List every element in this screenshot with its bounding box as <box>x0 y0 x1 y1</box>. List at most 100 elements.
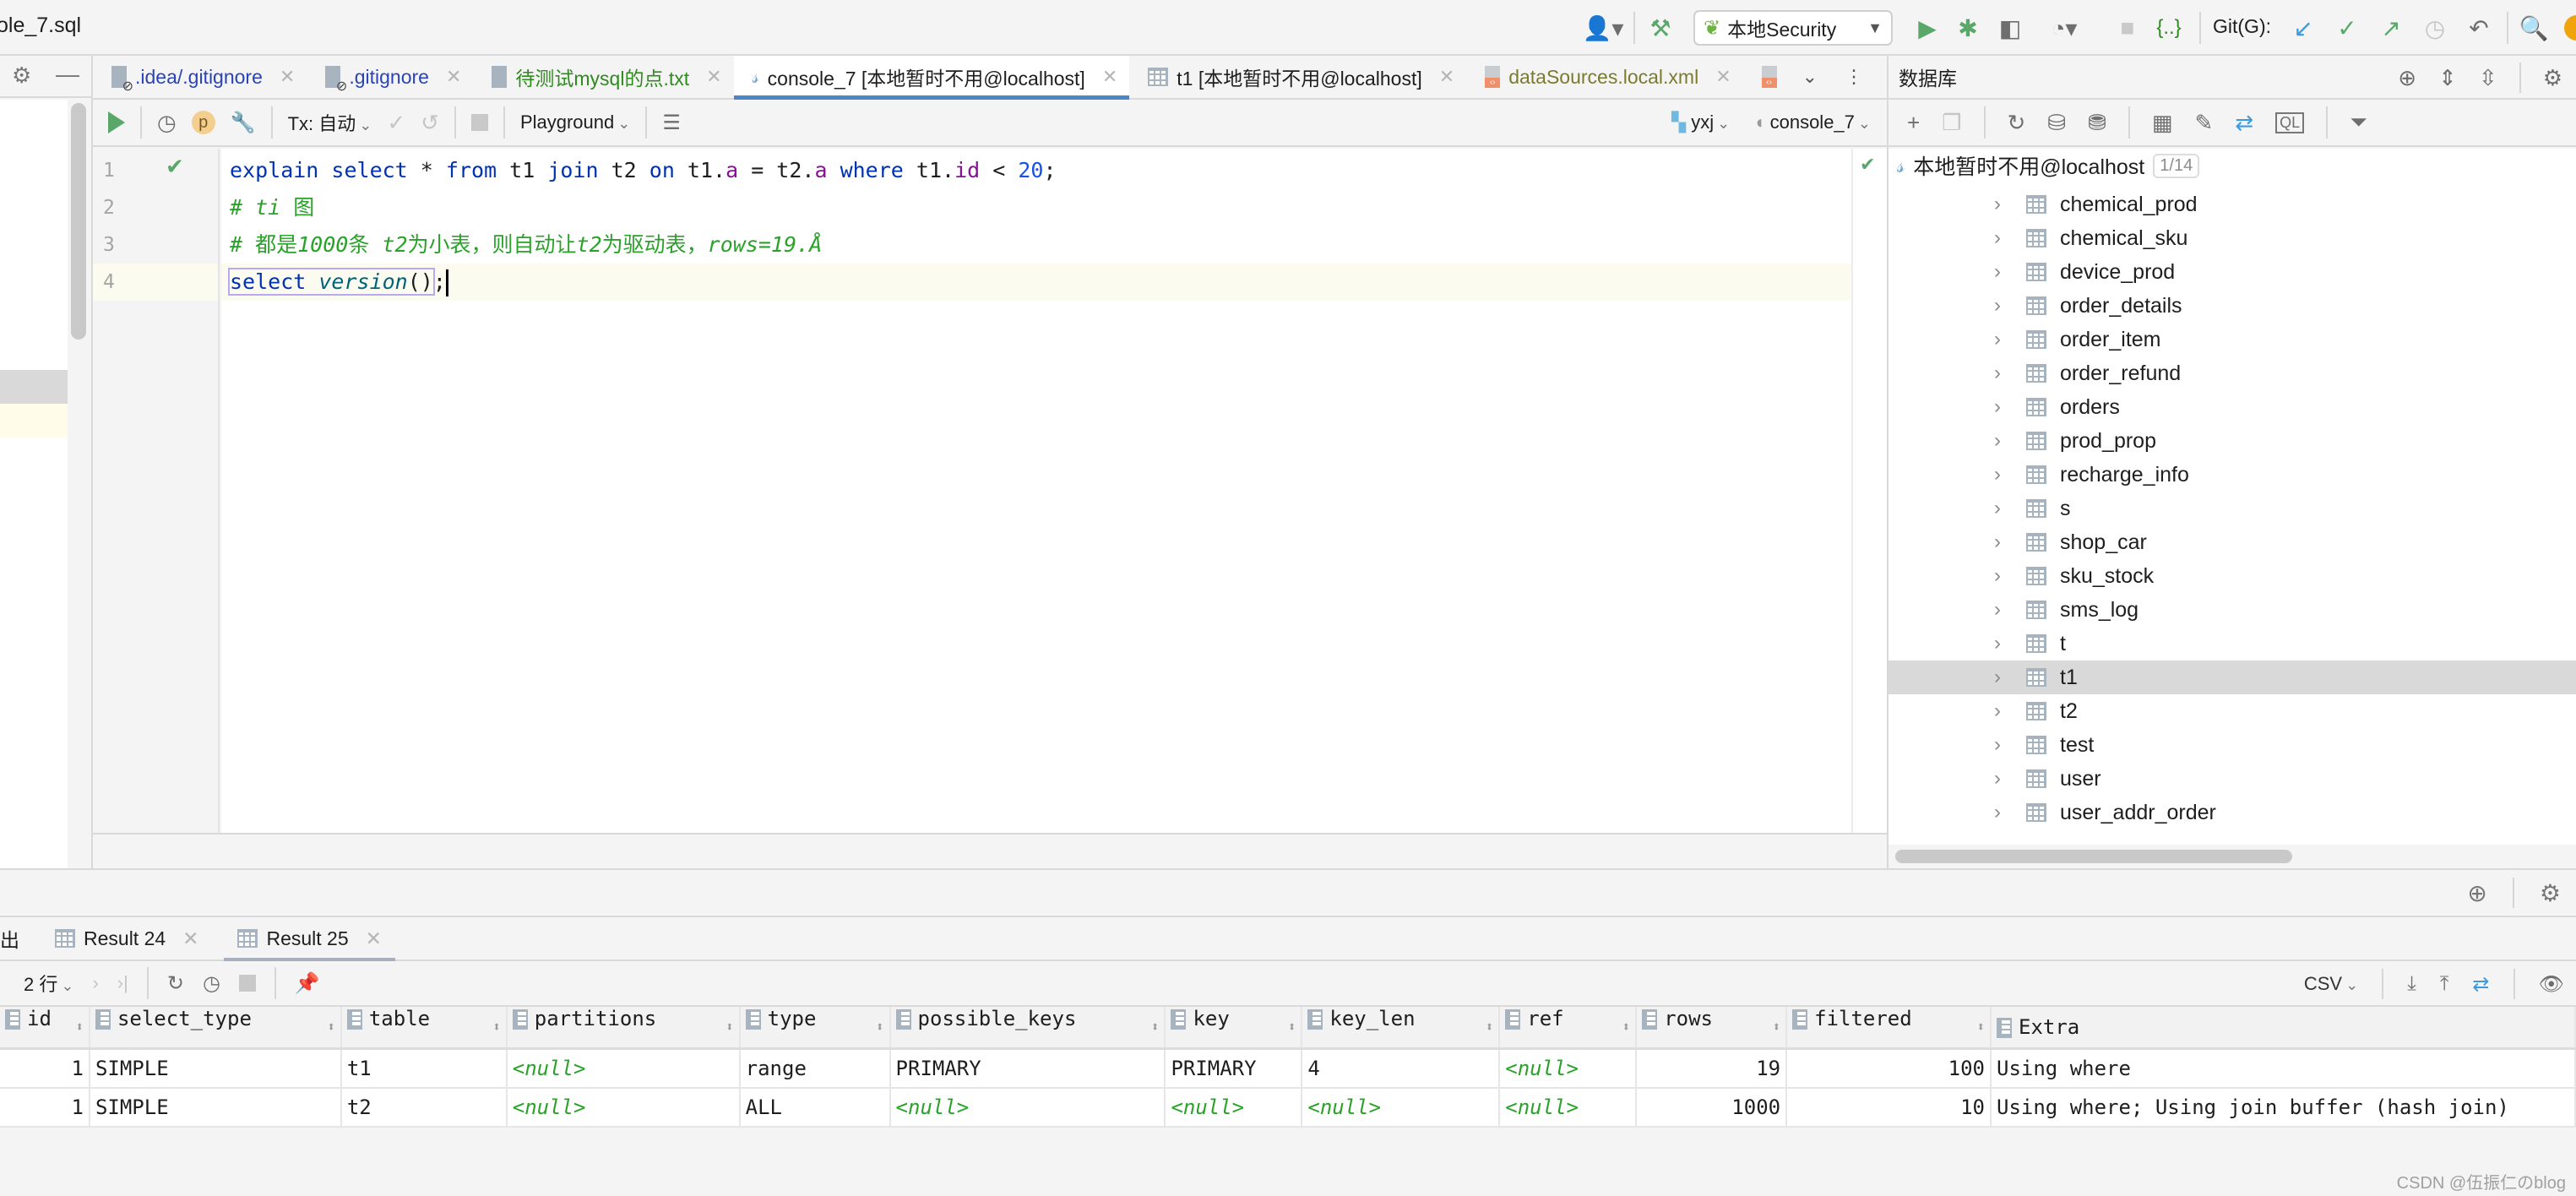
rollback-icon[interactable]: ↺ <box>421 110 439 136</box>
user-icon[interactable]: 👤▾ <box>1578 12 1628 44</box>
coverage-icon[interactable]: ◧ <box>1995 12 2025 44</box>
sort-icon[interactable]: ⬍ <box>726 1007 734 1047</box>
chevron-right-icon[interactable]: › <box>1994 733 2011 757</box>
tab-test-notes[interactable]: 待测试mysql的点.txt ✕ <box>473 56 733 98</box>
grid-cell[interactable]: <null> <box>1499 1048 1638 1089</box>
stop-icon[interactable]: ■ <box>2115 12 2140 44</box>
chevron-right-icon[interactable]: › <box>1994 666 2011 689</box>
code-line-2[interactable]: # ti 图 <box>221 189 1851 226</box>
chevron-right-icon[interactable]: › <box>1994 564 2011 588</box>
gear-icon[interactable]: ⚙ <box>2543 65 2562 91</box>
code-editor[interactable]: explain select * from t1 join t2 on t1.a… <box>221 149 1851 833</box>
chevron-right-icon[interactable]: › <box>1994 632 2011 655</box>
table-row[interactable]: 1 SIMPLE t2 <null> ALL <null> <null> <null> <nul… <box>0 1087 2576 1128</box>
search-icon[interactable]: 🔍 <box>2519 12 2549 44</box>
execute-icon[interactable] <box>108 111 125 133</box>
commit-icon[interactable]: ✓ <box>387 110 405 136</box>
chevron-right-icon[interactable]: › <box>1994 530 2011 554</box>
jump-to-console-icon[interactable]: ⇄ <box>2235 110 2253 136</box>
grid-cell[interactable]: <null> <box>1165 1087 1303 1128</box>
run-icon[interactable]: ▶ <box>1912 12 1943 44</box>
chevron-right-icon[interactable]: › <box>1994 429 2011 453</box>
grid-cell[interactable]: <null> <box>1499 1087 1638 1128</box>
tab-datasources-xml[interactable]: dataSources.local.xml ✕ <box>1466 56 1742 98</box>
chevron-right-icon[interactable]: › <box>1994 395 2011 419</box>
git-commit-icon[interactable]: ✓ <box>2333 12 2361 44</box>
grid-cell[interactable]: 4 <box>1302 1048 1501 1089</box>
tree-item-table[interactable]: › user_addr_order <box>1889 796 2576 829</box>
compare-icon[interactable]: ⇄ <box>2472 972 2489 997</box>
current-row[interactable] <box>0 404 68 438</box>
no-problems-check-icon[interactable]: ✔ <box>1860 154 1875 176</box>
column-header-key-len[interactable]: key_len ⬍ <box>1302 1007 1501 1050</box>
close-icon[interactable]: ✕ <box>280 66 295 88</box>
grid-cell[interactable]: 1000 <box>1636 1087 1788 1128</box>
refresh-icon[interactable]: ↻ <box>2008 110 2026 136</box>
schema-selector[interactable]: ▚ yxj ⌄ <box>1671 111 1730 133</box>
tree-item-table[interactable]: › sms_log <box>1889 593 2576 627</box>
grid-cell[interactable]: <null> <box>889 1087 1166 1128</box>
grid-cell[interactable]: PRIMARY <box>889 1048 1166 1089</box>
tab-output[interactable]: 出 <box>0 917 33 960</box>
chevron-right-icon[interactable]: › <box>1994 767 2011 791</box>
sort-icon[interactable]: ⬍ <box>1486 1007 1494 1047</box>
close-icon[interactable]: ✕ <box>446 66 461 88</box>
tree-item-table[interactable]: › shop_car <box>1889 525 2576 559</box>
grid-cell[interactable]: 1 <box>0 1087 90 1128</box>
grid-cell[interactable]: ALL <box>739 1087 891 1128</box>
tree-item-table[interactable]: › order_item <box>1889 323 2576 356</box>
tab-result-24[interactable]: Result 24 ✕ <box>41 917 212 960</box>
table-row[interactable]: 1 SIMPLE t1 <null> range PRIMARY PRIMARY 4 <null… <box>0 1048 2576 1089</box>
more-options-icon[interactable]: ⋮ <box>1831 56 1877 98</box>
column-header-id[interactable]: id ⬍ <box>0 1007 90 1050</box>
tab-idea-gitignore[interactable]: .idea/.gitignore ✕ <box>93 56 307 98</box>
chevron-right-icon[interactable]: › <box>1994 328 2011 351</box>
chevron-right-icon[interactable]: › <box>1994 294 2011 318</box>
sort-icon[interactable]: ⬍ <box>75 1007 84 1047</box>
grid-cell[interactable]: SIMPLE <box>89 1087 342 1128</box>
chevron-right-icon[interactable]: › <box>1994 598 2011 622</box>
sort-icon[interactable]: ⬍ <box>327 1007 335 1047</box>
ql-console-icon[interactable]: QL <box>2275 111 2305 133</box>
close-icon[interactable]: ✕ <box>1439 66 1454 88</box>
grid-cell[interactable]: 19 <box>1636 1048 1788 1089</box>
filter-icon[interactable]: ⏷ <box>2350 109 2367 136</box>
grid-cell[interactable]: SIMPLE <box>89 1048 342 1089</box>
chevron-right-icon[interactable]: › <box>1994 699 2011 723</box>
tab-gitignore[interactable]: .gitignore ✕ <box>307 56 473 98</box>
grid-cell[interactable]: 1 <box>0 1048 90 1089</box>
data-source-properties-icon[interactable]: ⛁ <box>2047 110 2066 136</box>
tree-item-table[interactable]: › chemical_prod <box>1889 188 2576 221</box>
collapse-all-icon[interactable]: ⇳ <box>2479 65 2497 91</box>
build-hammer-icon[interactable]: ⚒ <box>1644 12 1677 44</box>
tree-item-table[interactable]: › order_details <box>1889 289 2576 323</box>
editor-horizontal-scrollbar[interactable] <box>93 833 1887 868</box>
tree-item-table[interactable]: › t2 <box>1889 694 2576 728</box>
chevron-right-icon[interactable]: › <box>1994 362 2011 385</box>
close-icon[interactable]: ✕ <box>366 927 382 950</box>
grid-cell[interactable]: 100 <box>1786 1048 1992 1089</box>
git-update-icon[interactable]: ↙ <box>2289 12 2318 44</box>
settings-wrench-icon[interactable]: 🔧 <box>231 111 256 135</box>
close-icon[interactable]: ✕ <box>182 927 198 950</box>
tree-item-table[interactable]: › t <box>1889 627 2576 661</box>
playground-dropdown[interactable]: Playground ⌄ <box>520 111 630 133</box>
column-header-partitions[interactable]: partitions ⬍ <box>506 1007 741 1050</box>
query-history-icon[interactable]: ◷ <box>203 971 220 996</box>
tree-item-table[interactable]: › orders <box>1889 390 2576 424</box>
column-header-ref[interactable]: ref ⬍ <box>1499 1007 1638 1050</box>
close-icon[interactable]: ✕ <box>1102 66 1117 88</box>
code-line-1[interactable]: explain select * from t1 join t2 on t1.a… <box>221 152 1851 189</box>
chevron-right-icon[interactable]: › <box>1994 193 2011 216</box>
chevron-right-icon[interactable]: › <box>1994 260 2011 284</box>
pin-icon[interactable]: 📌 <box>295 971 320 996</box>
sort-icon[interactable]: ⬍ <box>1622 1007 1631 1047</box>
grid-cell[interactable]: <null> <box>506 1048 741 1089</box>
sort-icon[interactable]: ⬍ <box>876 1007 884 1047</box>
upload-icon[interactable]: ⤒ <box>2440 972 2449 996</box>
next-page-icon[interactable]: › <box>92 972 98 994</box>
sort-icon[interactable]: ⬍ <box>1151 1007 1160 1047</box>
run-config-selector[interactable]: ❦ 本地Security ▼ <box>1693 10 1893 46</box>
locate-crosshair-icon[interactable]: ⊕ <box>2467 879 2486 907</box>
download-icon[interactable]: ⤓ <box>2407 972 2416 996</box>
